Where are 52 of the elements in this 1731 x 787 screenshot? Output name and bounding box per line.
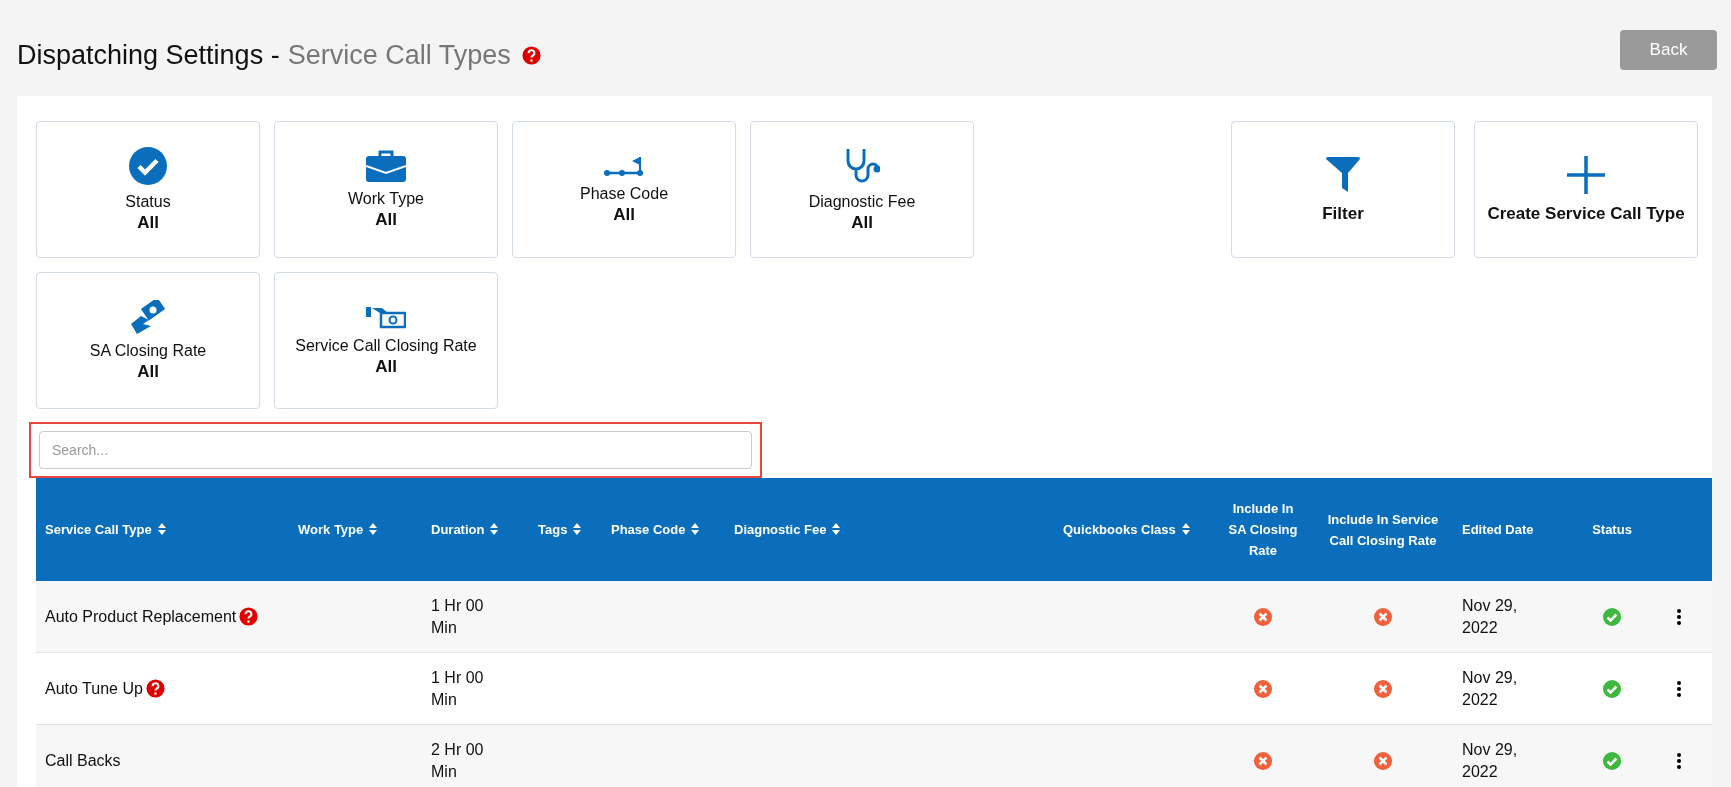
filter-button[interactable]: Filter	[1231, 121, 1455, 258]
column-header[interactable]: Work Type	[298, 519, 378, 540]
table-cell: Auto Tune Up	[45, 679, 143, 697]
table-cell-text: 2 Hr 00 Min	[431, 739, 485, 782]
sort-icon	[691, 523, 700, 535]
table-cell: Call Backs	[45, 751, 121, 769]
column-header[interactable]: Tags	[538, 519, 582, 540]
sort-icon	[157, 523, 166, 535]
filter-card[interactable]: Phase Code All	[512, 121, 736, 258]
table-cell-text: Nov 29, 2022	[1462, 667, 1519, 710]
sort-icon	[832, 523, 841, 535]
filter-icon	[1324, 155, 1362, 194]
column-header: Include In Service Call Closing Rate	[1326, 510, 1440, 550]
page-subtitle: Service Call Types	[287, 40, 511, 71]
hand-money-icon	[366, 304, 406, 329]
stethoscope-icon	[844, 146, 880, 185]
help-icon[interactable]	[239, 607, 259, 627]
page-title: Dispatching Settings -	[17, 40, 280, 71]
more-vertical-icon[interactable]	[1677, 681, 1681, 698]
column-header: Include In SA Closing Rate	[1227, 500, 1299, 560]
sort-icon	[369, 523, 378, 535]
more-vertical-icon[interactable]	[1677, 753, 1681, 770]
more-vertical-icon[interactable]	[1677, 609, 1681, 626]
column-header[interactable]: Service Call Type	[45, 519, 166, 540]
table-cell-text: 1 Hr 00 Min	[431, 667, 485, 710]
column-header[interactable]: Phase Code	[611, 519, 700, 540]
column-header: Status	[1592, 521, 1632, 539]
filter-card[interactable]: SA Closing Rate All	[36, 272, 260, 409]
plus-icon	[1567, 155, 1605, 194]
help-icon[interactable]	[145, 679, 165, 699]
search-field[interactable]: Search...	[39, 431, 752, 469]
sort-icon	[1181, 523, 1190, 535]
table-cell-text: Nov 29, 2022	[1462, 595, 1519, 638]
create-button[interactable]: Create Service Call Type	[1474, 121, 1698, 258]
filter-card[interactable]: Work Type All	[274, 121, 498, 258]
hand-money-icon	[129, 299, 167, 334]
column-header: Edited Date	[1462, 521, 1534, 539]
column-header[interactable]: Duration	[431, 519, 499, 540]
sort-icon	[573, 523, 582, 535]
help-icon[interactable]	[521, 46, 541, 65]
filter-card[interactable]: Service Call Closing Rate All	[274, 272, 498, 409]
column-header[interactable]: Diagnostic Fee	[734, 519, 841, 540]
briefcase-icon	[366, 149, 406, 182]
column-header[interactable]: Quickbooks Class	[1063, 519, 1190, 540]
filter-card[interactable]: Status All	[36, 121, 260, 258]
sort-icon	[490, 523, 499, 535]
milestone-flag-icon	[604, 154, 644, 177]
table-cell-text: Nov 29, 2022	[1462, 739, 1519, 782]
table-cell: Auto Product Replacement	[45, 607, 237, 625]
check-circle-icon	[129, 146, 167, 185]
filter-card[interactable]: Diagnostic Fee All	[750, 121, 974, 258]
table-cell-text: 1 Hr 00 Min	[431, 595, 485, 638]
